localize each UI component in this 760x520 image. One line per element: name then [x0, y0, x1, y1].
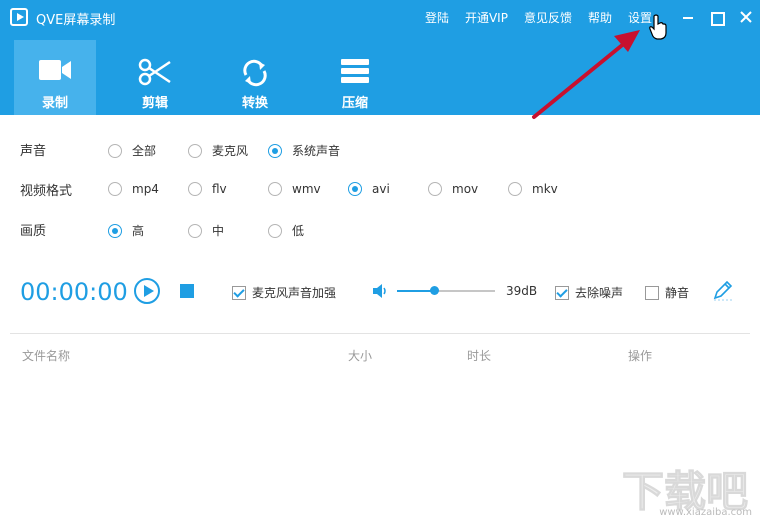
radio-label: 高 — [132, 224, 145, 238]
radio-circle — [188, 143, 202, 158]
radio-label: avi — [372, 182, 390, 196]
checkbox-box — [645, 285, 659, 300]
watermark-url: www.xiazaiba.com — [659, 507, 752, 518]
convert-arrows-icon — [243, 59, 267, 87]
checkbox-label: 静音 — [665, 286, 690, 300]
format-label: 视频格式 — [20, 184, 73, 199]
minimize-button[interactable] — [678, 7, 698, 27]
column-duration: 时长 — [467, 349, 492, 363]
quality-option-high[interactable]: 高 — [108, 222, 144, 239]
tab-record-label: 录制 — [41, 96, 68, 111]
radio-label: 麦克风 — [212, 144, 249, 158]
radio-label: wmv — [292, 182, 321, 196]
format-option-wmv[interactable]: wmv — [268, 182, 321, 196]
column-actions: 操作 — [628, 349, 653, 363]
radio-label: 系统声音 — [292, 144, 341, 158]
volume-db-value: 39dB — [506, 284, 538, 298]
denoise-checkbox[interactable]: 去除噪声 — [555, 284, 623, 301]
column-size: 大小 — [348, 349, 373, 363]
radio-label: flv — [212, 182, 227, 196]
radio-circle — [108, 143, 122, 158]
checkbox-label: 去除噪声 — [575, 286, 624, 300]
list-divider — [10, 333, 750, 334]
tab-convert[interactable]: 转换 — [214, 40, 296, 115]
close-button[interactable] — [736, 7, 756, 27]
radio-label: mov — [452, 182, 479, 196]
tab-compress-label: 压缩 — [341, 96, 368, 111]
format-option-mkv[interactable]: mkv — [508, 182, 558, 196]
radio-label: mp4 — [132, 182, 159, 196]
sound-option-system[interactable]: 系统声音 — [268, 142, 340, 159]
radio-circle — [348, 182, 362, 196]
radio-circle — [268, 182, 282, 196]
quality-option-medium[interactable]: 中 — [188, 222, 224, 239]
volume-slider-fill — [397, 290, 435, 292]
maximize-button[interactable] — [706, 7, 726, 27]
tab-convert-label: 转换 — [241, 96, 268, 111]
app-title: QVE屏幕录制 — [36, 13, 116, 28]
mic-boost-checkbox[interactable]: 麦克风声音加强 — [232, 284, 336, 301]
vip-link[interactable]: 开通VIP — [465, 9, 508, 26]
app-logo-icon — [10, 8, 28, 26]
checkbox-box — [232, 285, 246, 300]
settings-link[interactable]: 设置 — [628, 9, 652, 26]
radio-circle — [268, 223, 282, 238]
radio-circle — [508, 182, 522, 196]
radio-circle — [268, 143, 282, 158]
mute-checkbox[interactable]: 静音 — [645, 284, 689, 301]
play-button[interactable] — [134, 278, 160, 304]
radio-circle — [188, 182, 202, 196]
format-option-flv[interactable]: flv — [188, 182, 227, 196]
radio-label: 全部 — [132, 144, 157, 158]
radio-circle — [428, 182, 442, 196]
sound-label: 声音 — [20, 144, 47, 159]
help-link[interactable]: 帮助 — [588, 9, 612, 26]
tab-record[interactable]: 录制 — [14, 40, 96, 115]
quality-label: 画质 — [20, 224, 47, 239]
checkbox-box — [555, 285, 569, 300]
radio-circle — [188, 223, 202, 238]
sound-option-all[interactable]: 全部 — [108, 142, 156, 159]
format-option-avi[interactable]: avi — [348, 182, 390, 196]
checkbox-label: 麦克风声音加强 — [252, 286, 337, 300]
speaker-icon[interactable] — [372, 283, 388, 299]
sound-option-mic[interactable]: 麦克风 — [188, 142, 248, 159]
format-option-mov[interactable]: mov — [428, 182, 478, 196]
feedback-link[interactable]: 意见反馈 — [524, 9, 572, 26]
radio-label: 中 — [212, 224, 225, 238]
scissors-icon — [138, 58, 171, 86]
radio-label: 低 — [292, 224, 305, 238]
close-icon — [740, 11, 752, 23]
tab-edit-label: 剪辑 — [141, 96, 168, 111]
column-file-name: 文件名称 — [22, 349, 71, 363]
volume-slider[interactable] — [397, 286, 495, 295]
radio-label: mkv — [532, 182, 558, 196]
pencil-icon[interactable] — [712, 281, 734, 301]
stop-button[interactable] — [180, 284, 194, 298]
radio-circle — [108, 223, 122, 238]
top-links: 登陆 开通VIP 意见反馈 帮助 设置 — [425, 9, 652, 26]
record-timer: 00:00:00 — [20, 278, 128, 306]
tab-edit[interactable]: 剪辑 — [114, 40, 196, 115]
tab-compress[interactable]: 压缩 — [314, 40, 396, 115]
compress-icon — [341, 59, 369, 83]
radio-circle — [108, 182, 122, 196]
login-link[interactable]: 登陆 — [425, 9, 449, 26]
volume-slider-knob[interactable] — [430, 286, 440, 295]
quality-option-low[interactable]: 低 — [268, 222, 304, 239]
video-camera-icon — [39, 60, 71, 80]
format-option-mp4[interactable]: mp4 — [108, 182, 159, 196]
